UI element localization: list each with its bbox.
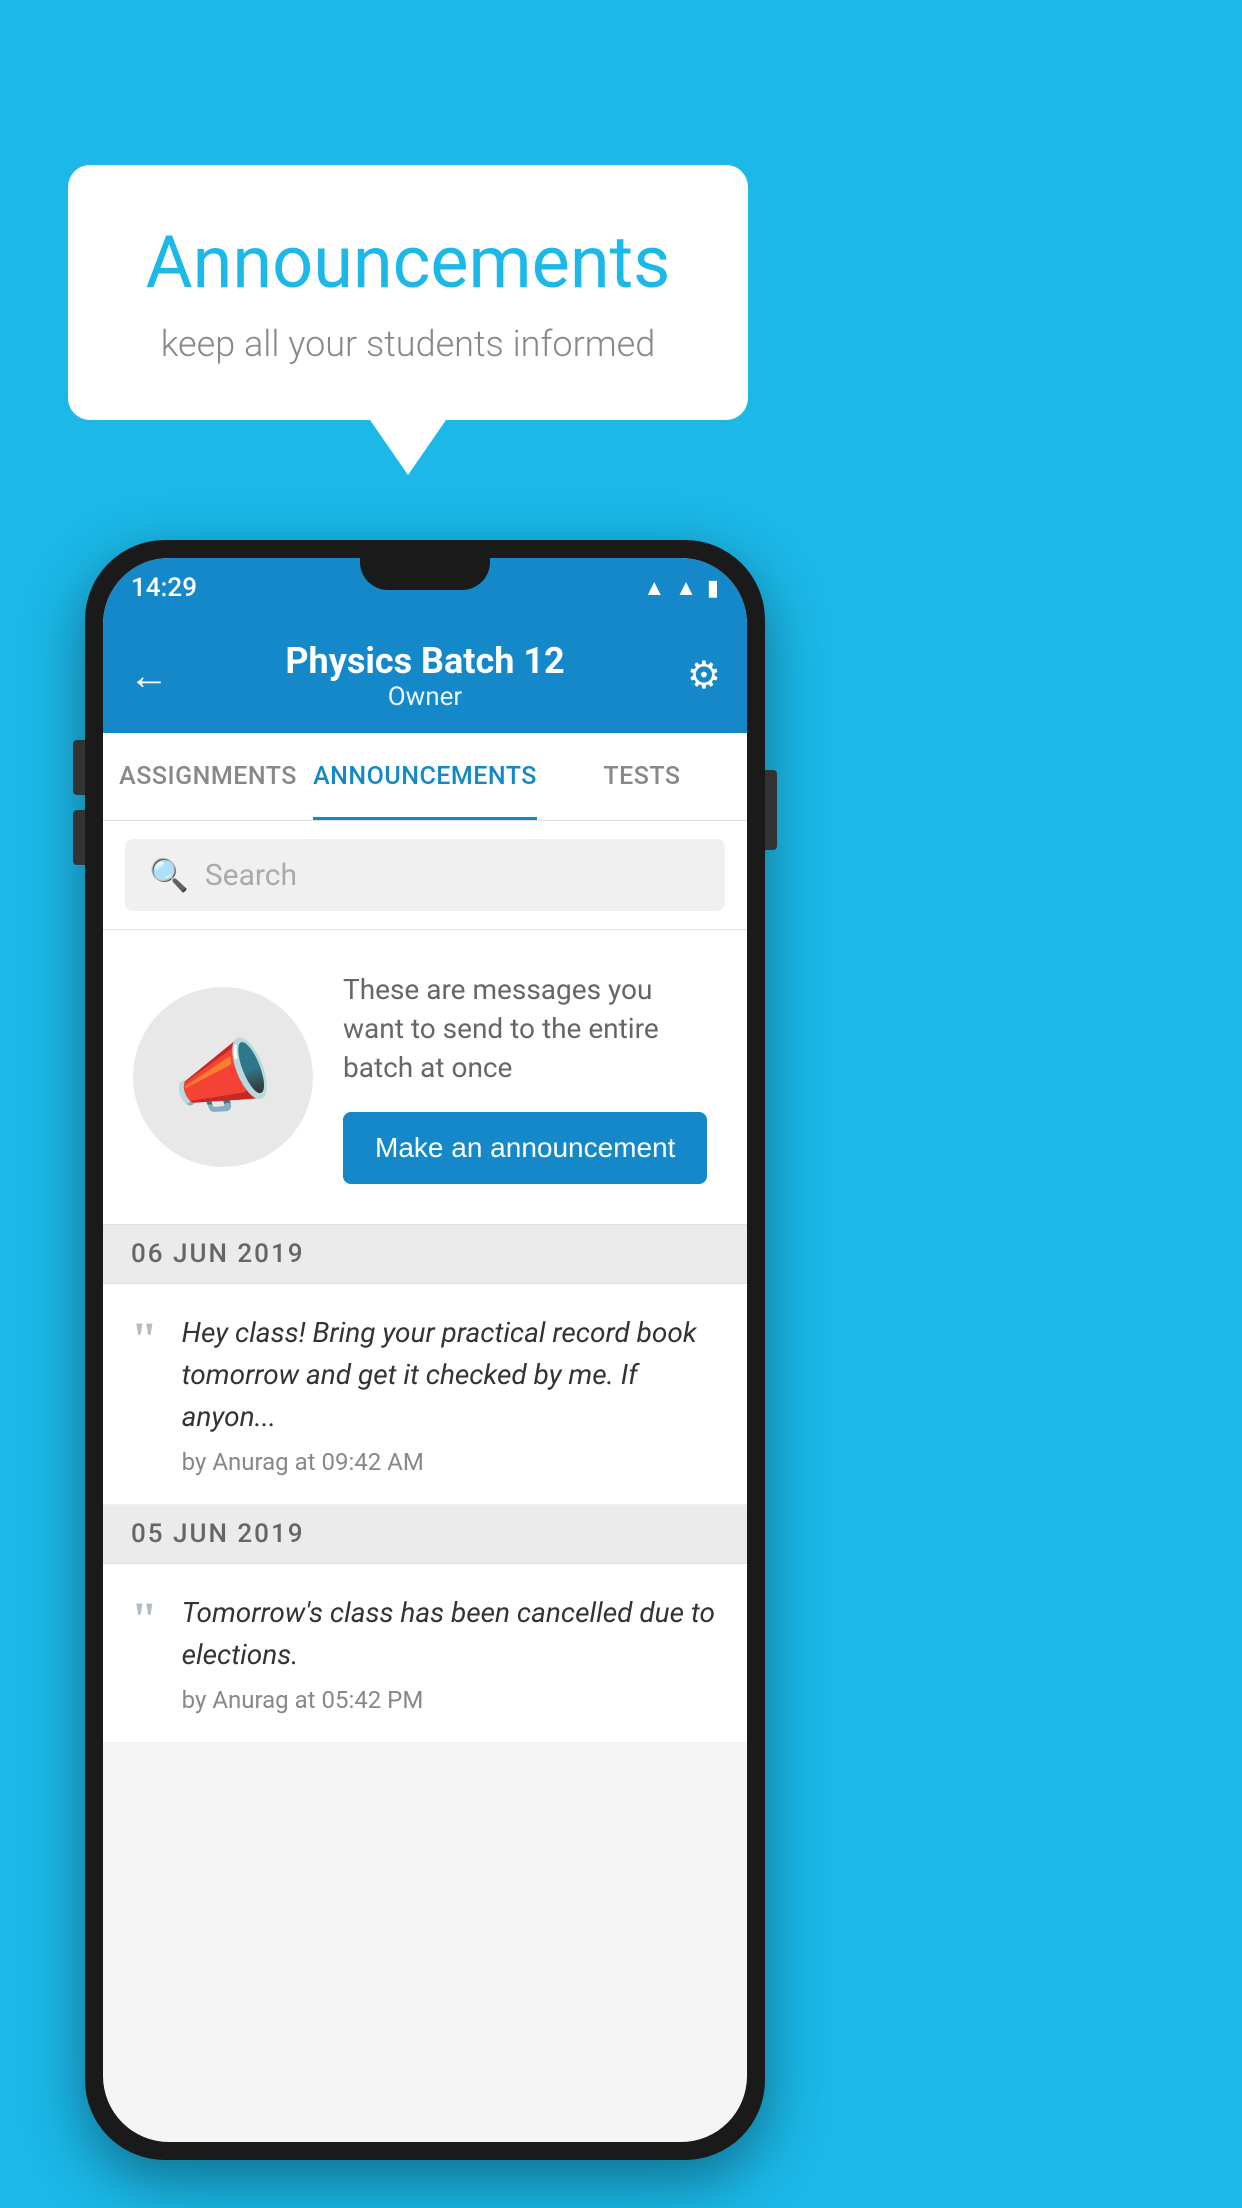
promo-icon-circle: 📣 xyxy=(133,987,313,1167)
speech-bubble-arrow xyxy=(370,420,446,475)
signal-icon: ▲ xyxy=(675,575,697,601)
date-separator-2: 05 JUN 2019 xyxy=(103,1505,747,1564)
notch xyxy=(360,558,490,590)
battery-icon: ▮ xyxy=(707,576,719,601)
app-bar-title: Physics Batch 12 xyxy=(285,640,564,682)
wifi-icon: ▲ xyxy=(643,575,665,601)
tabs: ASSIGNMENTS ANNOUNCEMENTS TESTS xyxy=(103,733,747,821)
announcement-content-2: Tomorrow's class has been cancelled due … xyxy=(182,1592,719,1714)
phone-outer: 14:29 ▲ ▲ ▮ ← Physics Batch 12 Owner ⚙ xyxy=(85,540,765,2160)
app-bar-title-container: Physics Batch 12 Owner xyxy=(285,640,564,712)
quote-icon-2: " xyxy=(131,1596,158,1644)
make-announcement-button[interactable]: Make an announcement xyxy=(343,1112,707,1184)
announcement-content-1: Hey class! Bring your practical record b… xyxy=(182,1312,719,1476)
speech-bubble-title: Announcements xyxy=(128,220,688,305)
settings-icon[interactable]: ⚙ xyxy=(671,653,721,698)
tab-assignments[interactable]: ASSIGNMENTS xyxy=(103,733,313,820)
announcement-promo: 📣 These are messages you want to send to… xyxy=(103,930,747,1225)
volume-up-button[interactable] xyxy=(73,740,85,795)
speech-bubble-subtitle: keep all your students informed xyxy=(128,323,688,365)
search-bar: 🔍 Search xyxy=(103,821,747,930)
tab-announcements[interactable]: ANNOUNCEMENTS xyxy=(313,733,537,820)
status-time: 14:29 xyxy=(131,573,197,603)
announcement-item-2: " Tomorrow's class has been cancelled du… xyxy=(103,1564,747,1743)
announcement-text-2: Tomorrow's class has been cancelled due … xyxy=(182,1592,719,1676)
quote-icon-1: " xyxy=(131,1316,158,1364)
tab-tests[interactable]: TESTS xyxy=(537,733,747,820)
announcement-text-1: Hey class! Bring your practical record b… xyxy=(182,1312,719,1438)
announcement-meta-2: by Anurag at 05:42 PM xyxy=(182,1686,719,1714)
power-button[interactable] xyxy=(765,770,777,850)
speech-bubble: Announcements keep all your students inf… xyxy=(68,165,748,420)
phone-container: 14:29 ▲ ▲ ▮ ← Physics Batch 12 Owner ⚙ xyxy=(85,540,765,2160)
app-bar-subtitle: Owner xyxy=(285,682,564,712)
status-icons: ▲ ▲ ▮ xyxy=(643,575,719,601)
status-bar: 14:29 ▲ ▲ ▮ xyxy=(103,558,747,618)
date-separator-1: 06 JUN 2019 xyxy=(103,1225,747,1284)
speech-bubble-container: Announcements keep all your students inf… xyxy=(68,165,748,475)
app-bar: ← Physics Batch 12 Owner ⚙ xyxy=(103,618,747,733)
phone-screen: 14:29 ▲ ▲ ▮ ← Physics Batch 12 Owner ⚙ xyxy=(103,558,747,2142)
promo-text: These are messages you want to send to t… xyxy=(343,970,717,1088)
promo-right: These are messages you want to send to t… xyxy=(343,970,717,1184)
back-button[interactable]: ← xyxy=(129,652,179,699)
announcement-meta-1: by Anurag at 09:42 AM xyxy=(182,1448,719,1476)
search-placeholder: Search xyxy=(205,858,297,893)
search-input[interactable]: 🔍 Search xyxy=(125,839,725,911)
megaphone-icon: 📣 xyxy=(173,1030,273,1124)
announcement-item-1: " Hey class! Bring your practical record… xyxy=(103,1284,747,1505)
search-icon: 🔍 xyxy=(149,856,189,894)
volume-down-button[interactable] xyxy=(73,810,85,865)
